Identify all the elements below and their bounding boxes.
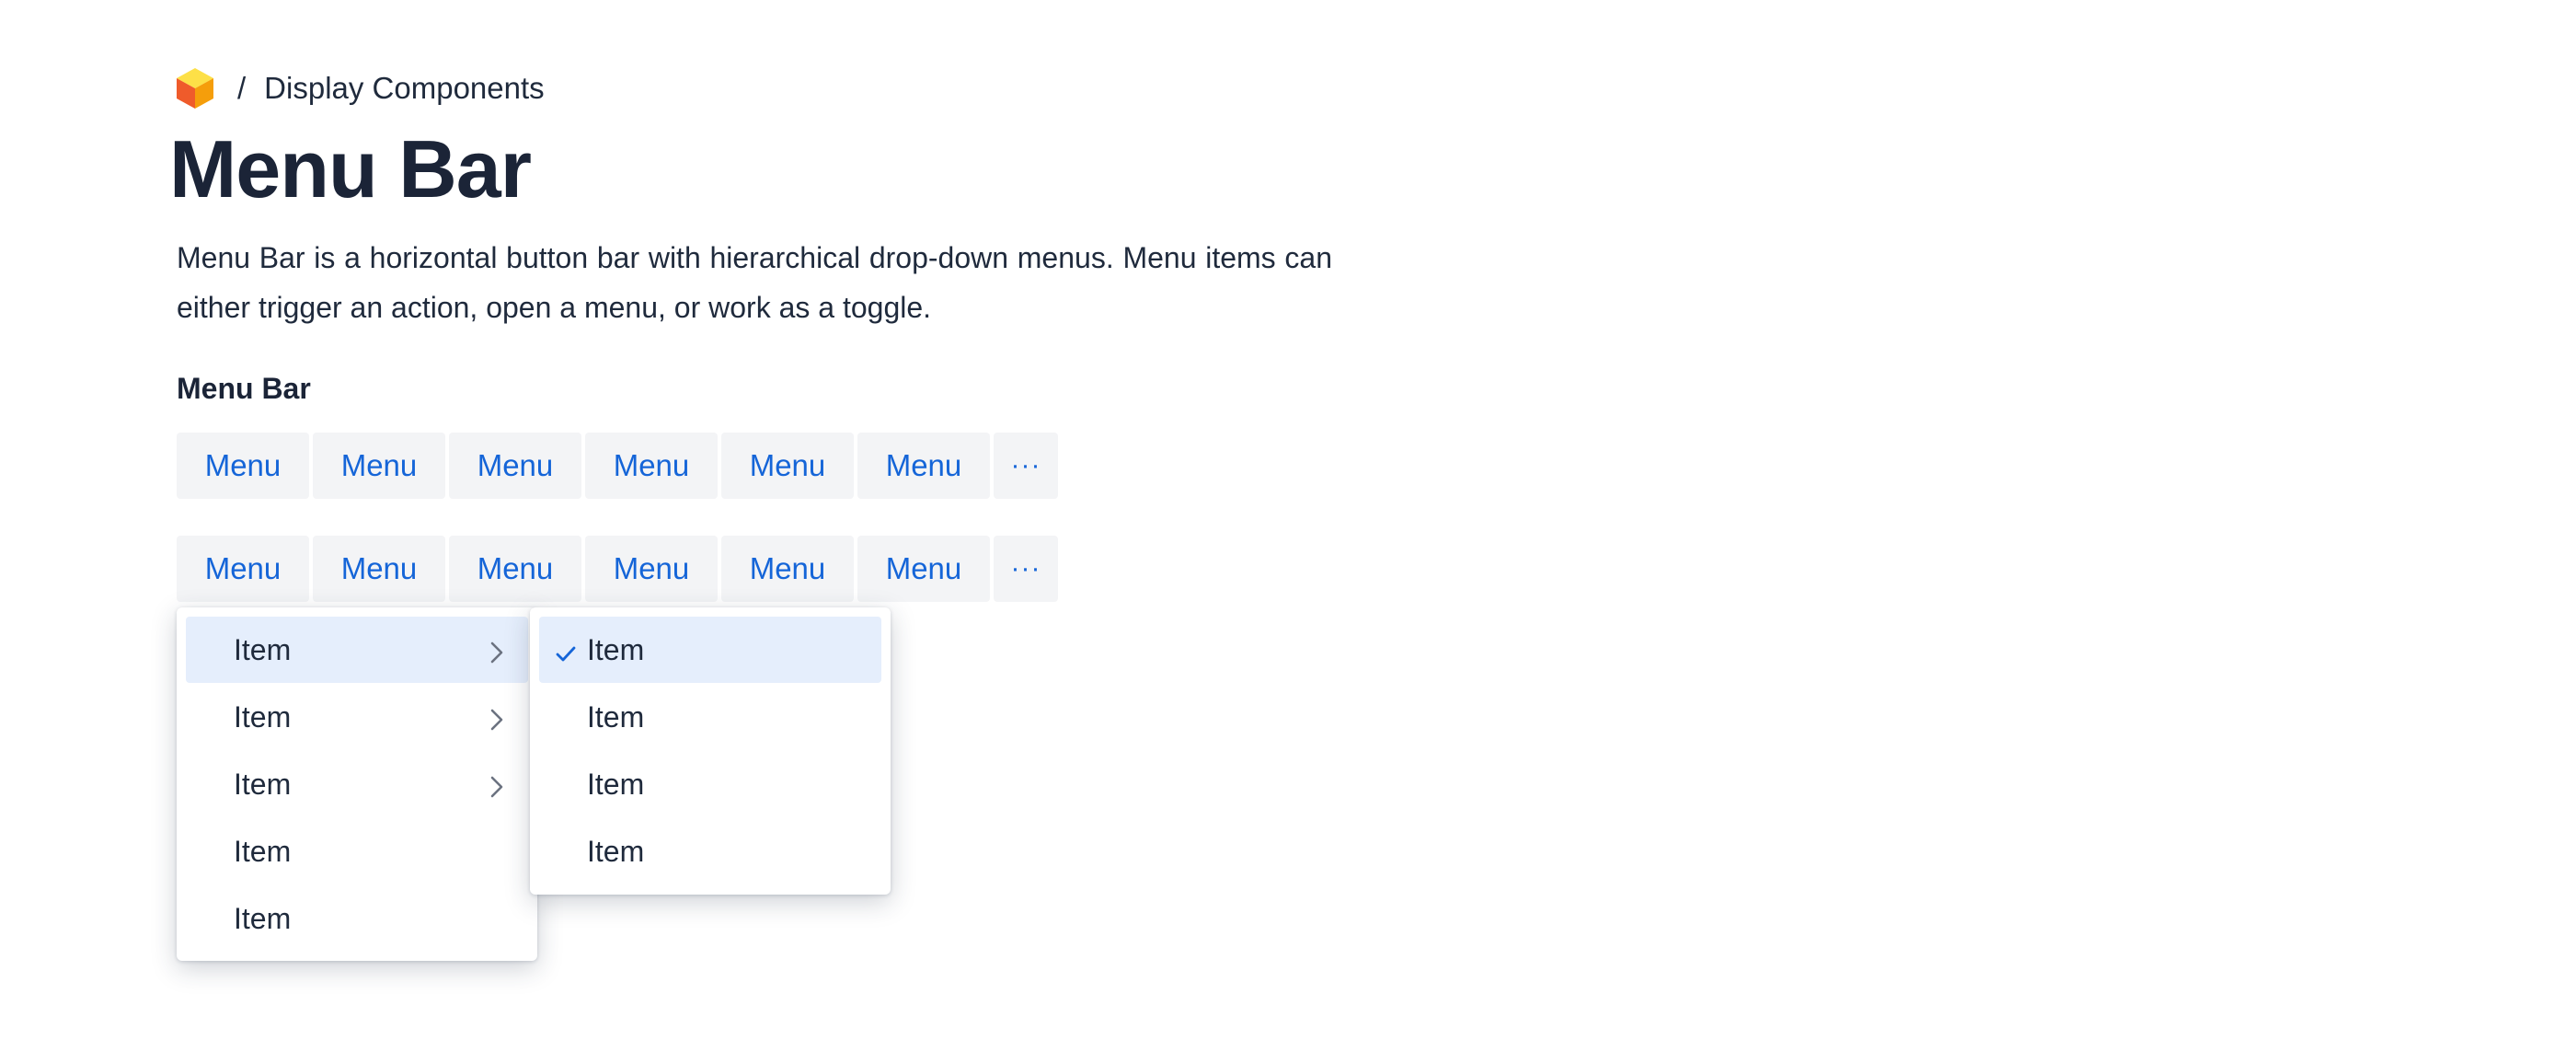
- menu-button[interactable]: Menu: [721, 433, 854, 499]
- submenu-item[interactable]: Item: [539, 818, 881, 884]
- chevron-right-icon: [486, 772, 508, 798]
- overflow-menu-button[interactable]: ···: [994, 536, 1058, 602]
- breadcrumb-link[interactable]: Display Components: [264, 71, 544, 106]
- cube-icon[interactable]: [175, 66, 215, 110]
- menu-button[interactable]: Menu: [449, 433, 581, 499]
- page-title: Menu Bar: [169, 123, 532, 214]
- menu-button[interactable]: Menu: [721, 536, 854, 602]
- section-title: Menu Bar: [177, 372, 311, 405]
- menu-button[interactable]: Menu: [857, 433, 990, 499]
- menu-button[interactable]: Menu: [449, 536, 581, 602]
- menu-item[interactable]: Item: [186, 818, 528, 884]
- submenu-item-label: Item: [587, 767, 645, 801]
- submenu-item[interactable]: Item: [539, 751, 881, 817]
- menu-item-label: Item: [234, 901, 292, 935]
- submenu-item[interactable]: Item: [539, 617, 881, 683]
- breadcrumb-separator: /: [237, 71, 247, 105]
- menu-button[interactable]: Menu: [857, 536, 990, 602]
- menu-item-label: Item: [234, 767, 292, 801]
- page-description: Menu Bar is a horizontal button bar with…: [177, 241, 1332, 324]
- breadcrumb: / Display Components: [175, 66, 545, 110]
- submenu-item[interactable]: Item: [539, 684, 881, 750]
- menu-button[interactable]: Menu: [177, 433, 309, 499]
- menu-button[interactable]: Menu: [585, 536, 718, 602]
- overflow-menu-button[interactable]: ···: [994, 433, 1058, 499]
- menu-button[interactable]: Menu: [177, 536, 309, 602]
- menu-item[interactable]: Item: [186, 684, 528, 750]
- menu-button[interactable]: Menu: [313, 433, 445, 499]
- menu-item[interactable]: Item: [186, 885, 528, 952]
- menu-item-label: Item: [234, 632, 292, 666]
- menu-item-label: Item: [234, 834, 292, 868]
- menu-button[interactable]: Menu: [585, 433, 718, 499]
- menu-button[interactable]: Menu: [313, 536, 445, 602]
- submenu-item-label: Item: [587, 834, 645, 868]
- checkmark-icon: [554, 639, 578, 662]
- chevron-right-icon: [486, 638, 508, 664]
- submenu-item-label: Item: [587, 699, 645, 734]
- dropdown-menu: Item Item Item Item Item: [177, 607, 537, 961]
- menu-bar-open: Menu Menu Menu Menu Menu Menu ···: [177, 536, 1058, 602]
- menu-item[interactable]: Item: [186, 751, 528, 817]
- menu-item-label: Item: [234, 699, 292, 734]
- submenu-item-label: Item: [587, 632, 645, 666]
- submenu: Item Item Item Item: [530, 607, 891, 895]
- menu-bar-basic: Menu Menu Menu Menu Menu Menu ···: [177, 433, 1058, 499]
- menu-item[interactable]: Item: [186, 617, 528, 683]
- chevron-right-icon: [486, 705, 508, 731]
